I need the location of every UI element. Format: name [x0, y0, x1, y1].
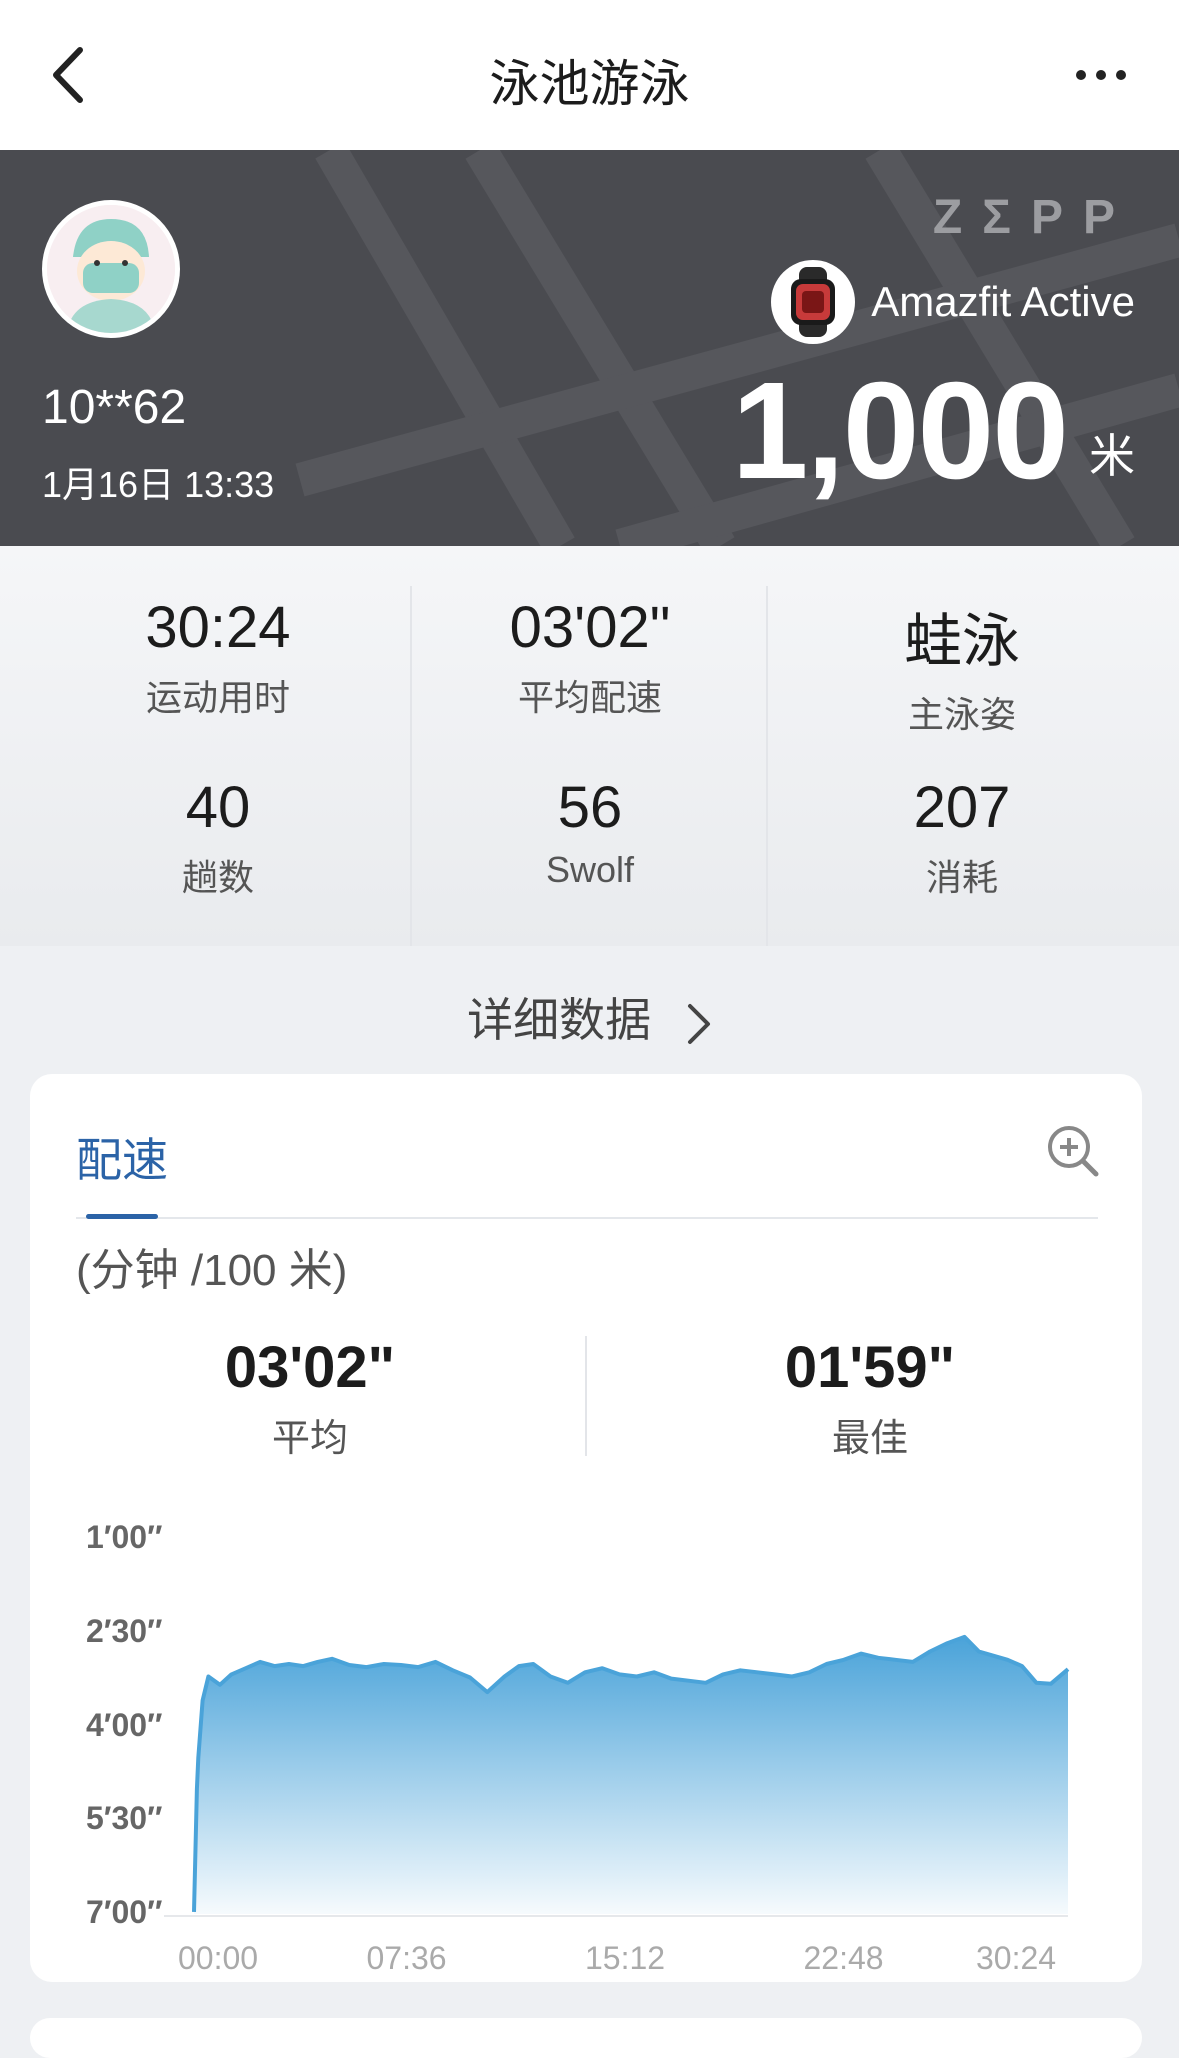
workout-summary-banner: 10**62 1月16日 13:33 ZΣPP Amazfit Active 1…: [0, 150, 1179, 546]
y-tick-label: 7′00″: [86, 1894, 163, 1930]
stat-label: 主泳姿: [907, 694, 1016, 735]
distance-value: 1,000: [731, 354, 1069, 508]
doctor-avatar-icon: [47, 205, 175, 333]
workout-datetime: 1月16日 13:33: [42, 464, 275, 505]
pace-card: 配速 (分钟 /100 米) 03'02" 平均 01'59" 最佳 1′00″…: [30, 1074, 1142, 1982]
stat-value: 56: [557, 775, 623, 840]
username: 10**62: [42, 381, 187, 434]
stat-main-stroke: 蛙泳 主泳姿: [782, 594, 1142, 738]
stat-value: 蛙泳: [903, 609, 1020, 674]
detailed-data-link[interactable]: 详细数据: [0, 984, 1179, 1050]
distance-unit: 米: [1089, 430, 1135, 482]
device-info: Amazfit Active: [771, 260, 1135, 344]
avatar[interactable]: [42, 200, 180, 338]
brand-logo: ZΣPP: [932, 191, 1135, 244]
more-button[interactable]: [1071, 60, 1131, 90]
stat-value: 40: [185, 775, 251, 840]
pace-area: [194, 1636, 1068, 1914]
stat-value: 03'02": [509, 595, 671, 660]
stat-avg-pace: 03'02" 平均配速: [410, 594, 770, 721]
detailed-data-label: 详细数据: [467, 994, 652, 1046]
x-tick-label: 00:00: [178, 1940, 259, 1976]
more-dots-icon: [1076, 70, 1126, 80]
y-tick-label: 5′30″: [86, 1800, 163, 1837]
next-card: [30, 2018, 1142, 2058]
x-tick-label: 15:12: [585, 1940, 666, 1976]
stat-duration: 30:24 运动用时: [38, 594, 398, 721]
stat-label: 消耗: [925, 857, 998, 898]
total-distance: 1,000 米: [732, 362, 1135, 500]
stat-calories: 207 消耗: [782, 774, 1142, 901]
chevron-right-icon: [687, 1003, 710, 1044]
page-title: 泳池游泳: [489, 56, 690, 112]
stat-swolf: 56 Swolf: [410, 774, 770, 891]
y-tick-label: 4′00″: [86, 1706, 163, 1743]
stat-label: 平均配速: [517, 677, 662, 718]
pace-chart: [164, 1634, 1070, 1917]
top-nav-bar: 泳池游泳: [0, 0, 1179, 150]
stat-label: Swolf: [545, 849, 635, 890]
x-tick-label: 07:36: [366, 1940, 447, 1976]
x-tick-label: 30:24: [976, 1940, 1057, 1976]
stats-grid: 30:24 运动用时 03'02" 平均配速 蛙泳 主泳姿 40 趟数 56 S…: [0, 546, 1179, 946]
device-name: Amazfit Active: [871, 278, 1135, 325]
stat-label: 运动用时: [145, 677, 290, 718]
x-tick-label: 22:48: [803, 1940, 884, 1976]
stat-value: 207: [913, 775, 1011, 840]
y-tick-label: 2′30″: [86, 1612, 163, 1649]
y-tick-label: 1′00″: [86, 1519, 163, 1555]
stat-label: 趟数: [181, 857, 254, 898]
smartwatch-icon: [771, 260, 856, 344]
stat-laps: 40 趟数: [38, 774, 398, 901]
stat-value: 30:24: [145, 595, 291, 660]
